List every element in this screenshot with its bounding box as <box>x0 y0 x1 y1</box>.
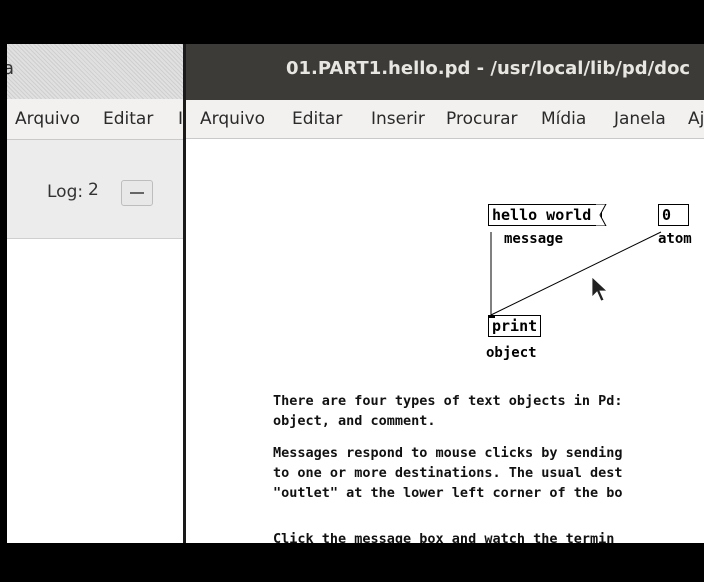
menu-inserir[interactable]: Inserir <box>371 109 425 129</box>
letterbox-bottom <box>0 543 704 582</box>
main-window-title: a <box>7 58 15 79</box>
comment-line: Click the message box and watch the term… <box>273 531 615 543</box>
mouse-pointer-icon <box>591 276 609 302</box>
patch-window: 01.PART1.hello.pd - /usr/local/lib/pd/do… <box>183 44 704 543</box>
menu-procurar[interactable]: Procurar <box>446 109 518 129</box>
main-window-toolbar: Log: 2 <box>7 140 187 239</box>
menu-ajuda-partial[interactable]: Aj <box>688 109 704 129</box>
print-inlet <box>488 315 495 318</box>
menu-arquivo[interactable]: Arquivo <box>15 109 80 129</box>
main-window-titlebar: a <box>7 44 187 99</box>
patch-window-titlebar[interactable]: 01.PART1.hello.pd - /usr/local/lib/pd/do… <box>186 44 704 100</box>
object-label: object <box>486 345 537 361</box>
comment-line: Messages respond to mouse clicks by send… <box>273 445 623 461</box>
comment-line: "outlet" at the lower left corner of the… <box>273 485 623 501</box>
menu-editar[interactable]: Editar <box>103 109 153 129</box>
print-object-box[interactable]: print <box>488 315 542 337</box>
log-label: Log: <box>47 182 84 202</box>
menu-midia[interactable]: Mídia <box>541 109 586 129</box>
main-window-menubar: Arquivo Editar I <box>7 99 187 140</box>
menu-arquivo[interactable]: Arquivo <box>200 109 265 129</box>
menu-editar[interactable]: Editar <box>292 109 342 129</box>
message-box-hello-world[interactable]: hello world <box>488 204 603 226</box>
patch-window-menubar: Arquivo Editar Inserir Procurar Mídia Ja… <box>186 100 704 139</box>
menu-janela[interactable]: Janela <box>614 109 666 129</box>
comment-line: object, and comment. <box>273 413 436 429</box>
log-level-spinner[interactable] <box>121 180 153 206</box>
letterbox-top <box>0 0 704 44</box>
patch-canvas[interactable]: hello world message 0 atom print object … <box>186 139 704 543</box>
log-level-value[interactable]: 2 <box>88 180 118 206</box>
message-label: message <box>504 231 564 247</box>
comment-line: There are four types of text objects in … <box>273 393 623 409</box>
atom-number-box[interactable]: 0 <box>658 204 689 226</box>
pd-main-window: a Arquivo Editar I Log: 2 <box>7 44 187 543</box>
message-box-flag <box>596 204 607 226</box>
comment-line: to one or more destinations. The usual d… <box>273 465 623 481</box>
patch-window-title: 01.PART1.hello.pd - /usr/local/lib/pd/do… <box>286 58 691 79</box>
atom-label: atom <box>658 231 692 247</box>
